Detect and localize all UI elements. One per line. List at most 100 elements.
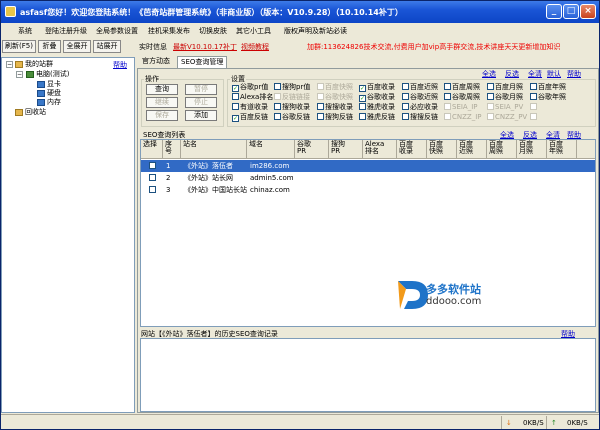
- setting-checkbox[interactable]: 百度月照: [487, 83, 523, 91]
- setting-checkbox[interactable]: ✓ 百度收录: [359, 83, 395, 92]
- setting-checkbox[interactable]: 搜狗pr值: [274, 83, 310, 91]
- setting-checkbox[interactable]: 谷歌近照: [402, 93, 438, 101]
- setting-checkbox[interactable]: 百度周照: [444, 83, 480, 91]
- checkbox-box: [402, 103, 409, 110]
- close-button[interactable]: ×: [580, 4, 596, 19]
- setting-checkbox[interactable]: CNZZ_IP: [444, 113, 482, 121]
- setting-checkbox[interactable]: 必应收录: [402, 103, 438, 111]
- setting-checkbox[interactable]: 百度年照: [530, 83, 566, 91]
- status-bar: ↓ 0KB/S ↑ 0KB/S: [1, 414, 599, 429]
- save-button[interactable]: 保存: [146, 110, 178, 121]
- setting-label: 搜狗反链: [325, 113, 353, 121]
- setting-label: CNZZ_IP: [452, 113, 482, 121]
- menu-skin[interactable]: 切换皮肤: [199, 26, 227, 36]
- tree-help-link[interactable]: 帮助: [113, 60, 127, 70]
- table-row[interactable]: 3 《外站》中国站长站 chinaz.com: [141, 184, 595, 196]
- settings-clear[interactable]: 全清: [528, 69, 542, 79]
- window-title: asfasf您好！欢迎您登陆系统！《芭奇站群管理系统》（非商业版）（版本：V10…: [20, 8, 403, 17]
- version-link[interactable]: 最新V10.10.17补丁: [173, 42, 237, 52]
- menu-copyright[interactable]: 版权声明及新站必读: [284, 26, 347, 36]
- maximize-button[interactable]: □: [563, 4, 579, 19]
- setting-checkbox[interactable]: 有道收录: [232, 103, 268, 111]
- settings-invert[interactable]: 反选: [505, 69, 519, 79]
- menu-tools[interactable]: 其它小工具: [236, 26, 271, 36]
- column-header[interactable]: 站名: [181, 140, 247, 159]
- expand-all-button[interactable]: 全展开: [63, 40, 91, 53]
- setting-checkbox[interactable]: 百度近照: [402, 83, 438, 91]
- tree-item-memory[interactable]: 内存: [47, 98, 61, 107]
- setting-checkbox[interactable]: [530, 103, 538, 111]
- column-header[interactable]: Alexa 排名: [363, 140, 397, 159]
- setting-checkbox[interactable]: CNZZ_PV: [487, 113, 527, 121]
- row-checkbox[interactable]: [146, 172, 160, 184]
- expand-sites-button[interactable]: 站展开: [93, 40, 121, 53]
- settings-help[interactable]: 帮助: [567, 69, 581, 79]
- tree-item-gpu[interactable]: 显卡: [47, 80, 61, 89]
- column-header[interactable]: 域名: [247, 140, 295, 159]
- menu-global-settings[interactable]: 全局参数设置: [96, 26, 138, 36]
- tree-expand-toggle[interactable]: −: [16, 71, 23, 78]
- stop-button[interactable]: 停止: [185, 97, 217, 108]
- setting-checkbox[interactable]: Alexa排名: [232, 93, 273, 101]
- setting-checkbox[interactable]: 谷歌年照: [530, 93, 566, 101]
- setting-checkbox[interactable]: [530, 113, 538, 121]
- setting-checkbox[interactable]: 谷歌月照: [487, 93, 523, 101]
- upload-arrow-icon: ↑: [551, 419, 557, 427]
- column-header[interactable]: 搜狗 PR: [329, 140, 363, 159]
- tree-expand-toggle[interactable]: −: [6, 61, 13, 68]
- setting-checkbox[interactable]: 雅虎反链: [359, 113, 395, 121]
- setting-checkbox[interactable]: 搜搜反链: [402, 113, 438, 121]
- column-header[interactable]: 百度 周照: [487, 140, 517, 159]
- setting-checkbox[interactable]: 搜搜收录: [317, 103, 353, 111]
- setting-checkbox[interactable]: ✓ 谷歌收录: [359, 93, 395, 102]
- tree-item-disk[interactable]: 硬盘: [47, 89, 61, 98]
- collapse-button[interactable]: 折叠: [38, 40, 61, 53]
- row-checkbox[interactable]: [146, 160, 160, 172]
- column-header[interactable]: 百度 收录: [397, 140, 427, 159]
- setting-checkbox[interactable]: 谷歌周照: [444, 93, 480, 101]
- add-button[interactable]: 添加: [185, 110, 217, 121]
- column-header[interactable]: 百度 月照: [517, 140, 547, 159]
- setting-checkbox[interactable]: 谷歌反链: [274, 113, 310, 121]
- setting-checkbox[interactable]: SEIA_PV: [487, 103, 523, 111]
- query-button[interactable]: 查询: [146, 84, 178, 95]
- menu-collect-publish[interactable]: 挂机采集发布: [148, 26, 190, 36]
- setting-label: 百度近照: [410, 83, 438, 91]
- setting-label: 有道收录: [240, 103, 268, 111]
- tab-seo-query[interactable]: SEO查询管理: [177, 56, 228, 68]
- setting-checkbox[interactable]: ✓ 百度反链: [232, 113, 268, 122]
- setting-checkbox[interactable]: 搜狗反链: [317, 113, 353, 121]
- video-tutorial-link[interactable]: 视频教程: [241, 42, 269, 52]
- column-header[interactable]: 选择: [141, 140, 163, 159]
- checkmark-icon: ✓: [359, 95, 366, 102]
- menu-login[interactable]: 登陆注册升级: [45, 26, 87, 36]
- tree-root[interactable]: 我的站群: [25, 60, 53, 69]
- setting-checkbox[interactable]: 谷歌快照: [317, 93, 353, 101]
- tree-computer[interactable]: 电脑(测试): [36, 70, 69, 79]
- pause-button[interactable]: 暂停: [185, 84, 217, 95]
- setting-checkbox[interactable]: 雅虎收录: [359, 103, 395, 111]
- setting-label: 必应收录: [410, 103, 438, 111]
- row-checkbox[interactable]: [146, 184, 160, 196]
- setting-checkbox[interactable]: 反链链接: [274, 93, 310, 101]
- column-header[interactable]: 谷歌 PR: [295, 140, 329, 159]
- continue-button[interactable]: 继续: [146, 97, 178, 108]
- settings-default[interactable]: 默认: [547, 69, 561, 79]
- table-row[interactable]: 2 《外站》站长网 admin5.com: [141, 172, 595, 184]
- minimize-button[interactable]: _: [546, 4, 562, 19]
- tree-recycle[interactable]: 回收站: [25, 108, 46, 117]
- tab-official-news[interactable]: 官方动态: [139, 56, 173, 68]
- table-row[interactable]: 1 《外站》落伍者 im286.com: [141, 160, 595, 172]
- setting-checkbox[interactable]: ✓ 谷歌pr值: [232, 83, 268, 92]
- setting-checkbox[interactable]: 百度快照: [317, 83, 353, 91]
- column-header[interactable]: 百度 近照: [457, 140, 487, 159]
- column-header[interactable]: 百度 年照: [547, 140, 577, 159]
- setting-checkbox[interactable]: 搜狗收录: [274, 103, 310, 111]
- menu-system[interactable]: 系统: [18, 26, 32, 36]
- setting-checkbox[interactable]: SEIA_IP: [444, 103, 478, 111]
- tree-toolbar: 刷新(F5) 折叠 全展开 站展开: [1, 38, 135, 55]
- column-header[interactable]: 百度 快照: [427, 140, 457, 159]
- column-header[interactable]: 序号: [163, 140, 181, 159]
- settings-select-all[interactable]: 全选: [482, 69, 496, 79]
- refresh-button[interactable]: 刷新(F5): [2, 40, 36, 53]
